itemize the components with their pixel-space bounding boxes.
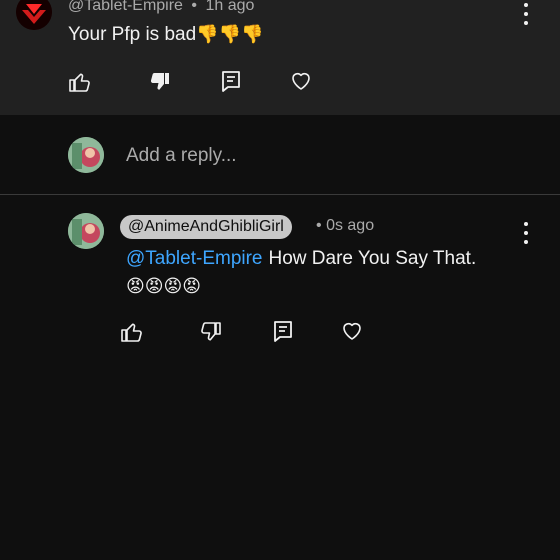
thumbs-down-icon[interactable] [148, 70, 172, 94]
comment-meta: • 0s ago [316, 217, 374, 235]
meta-separator: • [191, 0, 198, 14]
parent-comment: @Tablet-Empire • 1h ago Your Pfp is bad👎… [0, 0, 560, 115]
reply-composer: Add a reply... [0, 115, 560, 195]
reply-text: @Tablet-Empire How Dare You Say That. 😡😡😡… [126, 245, 526, 301]
heart-icon[interactable] [289, 69, 313, 93]
reply-emojis: 😡😡😡😡 [126, 276, 202, 297]
more-vert-icon[interactable] [520, 222, 532, 244]
avatar[interactable] [68, 137, 104, 173]
more-vert-icon[interactable] [520, 3, 532, 25]
meta-separator: • [316, 217, 322, 234]
timestamp: 0s ago [326, 217, 375, 234]
author-badge[interactable]: @AnimeAndGhibliGirl [120, 215, 292, 239]
reply-body: How Dare You Say That. [268, 248, 477, 269]
avatar[interactable] [16, 0, 52, 30]
thumbs-up-icon[interactable] [68, 70, 92, 94]
comment-meta: @Tablet-Empire • 1h ago [68, 0, 254, 15]
heart-icon[interactable] [340, 319, 364, 343]
thumbs-down-icon[interactable] [199, 320, 223, 344]
timestamp: 1h ago [205, 0, 255, 14]
comment-emojis: 👎👎👎 [196, 24, 264, 45]
thumbs-up-icon[interactable] [120, 320, 144, 344]
comment-reply-icon[interactable] [219, 69, 243, 93]
author-name[interactable]: @Tablet-Empire [68, 0, 183, 14]
avatar[interactable] [68, 213, 104, 249]
divider [0, 194, 560, 195]
comment-body: Your Pfp is bad [68, 24, 197, 45]
comment-text: Your Pfp is bad👎👎👎 [68, 24, 263, 46]
reply-input[interactable]: Add a reply... [126, 145, 237, 167]
mention-link[interactable]: @Tablet-Empire [126, 248, 263, 269]
comment-reply-icon[interactable] [271, 319, 295, 343]
